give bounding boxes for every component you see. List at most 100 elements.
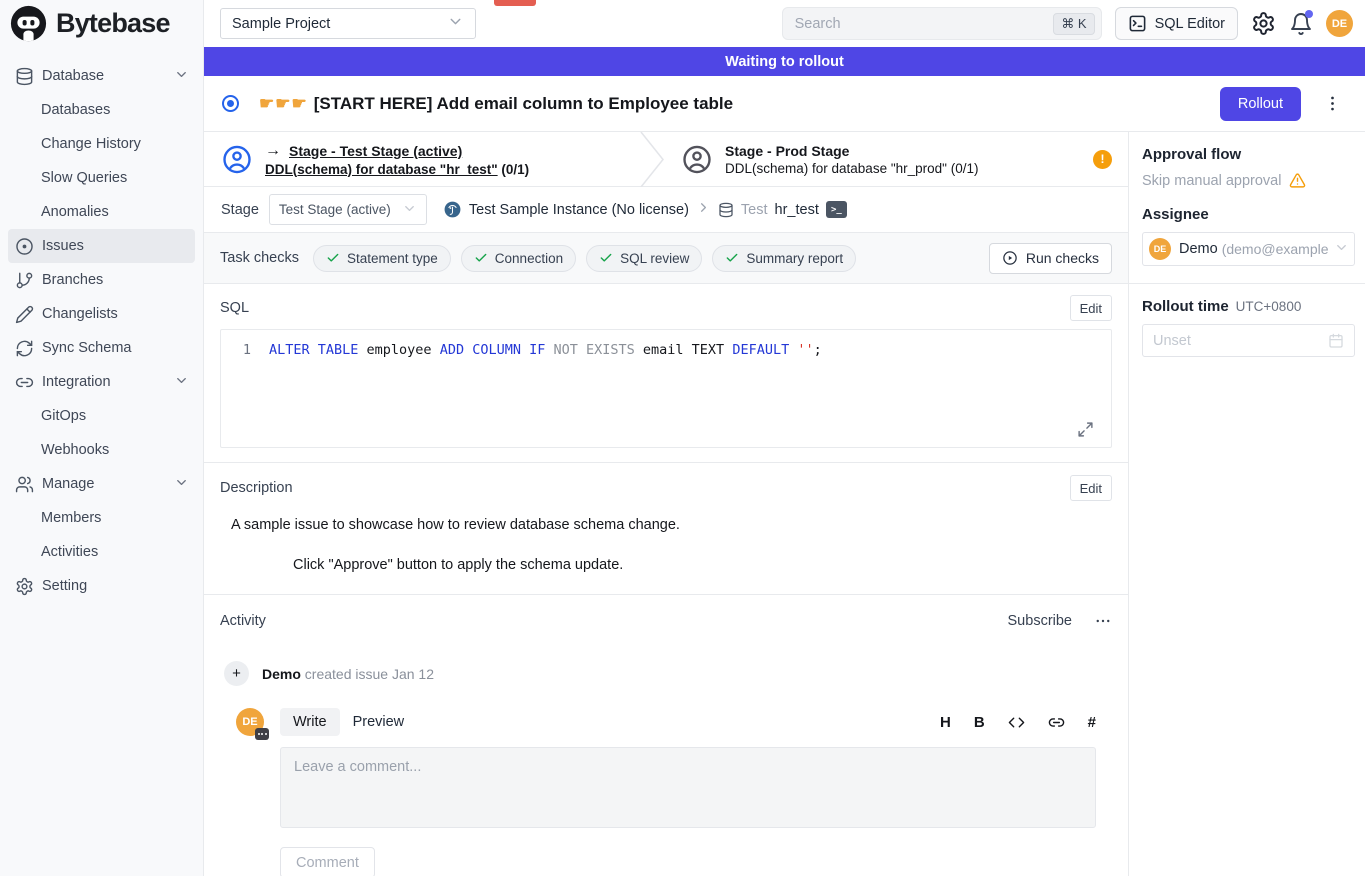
status-banner: Waiting to rollout [204, 47, 1365, 76]
rollout-time-input[interactable]: Unset [1142, 324, 1355, 357]
notifications-bell-icon[interactable] [1289, 12, 1313, 36]
tab-write[interactable]: Write [280, 708, 340, 736]
sidebar-item-changelists[interactable]: Changelists [0, 297, 203, 331]
sidebar-item-sync-schema[interactable]: Sync Schema [0, 331, 203, 365]
stage-selector-label: Stage [221, 202, 259, 218]
settings-gear-icon[interactable] [1251, 11, 1276, 36]
chevron-down-icon [174, 475, 189, 494]
comment-avatar: DE [236, 708, 264, 736]
chevron-down-icon [174, 67, 189, 86]
sql-editor-button[interactable]: SQL Editor [1115, 7, 1238, 40]
format-toolbar: H B # [940, 714, 1096, 731]
terminal-icon [1128, 14, 1147, 33]
sidebar-item-activities[interactable]: Activities [0, 535, 203, 569]
comment-tabs: Write Preview H B # [280, 708, 1096, 736]
expand-editor-icon[interactable] [1077, 421, 1094, 438]
sql-edit-button[interactable]: Edit [1070, 295, 1112, 321]
open-in-sql-editor-icon[interactable]: >_ [826, 201, 847, 218]
sidebar-item-gitops[interactable]: GitOps [0, 399, 203, 433]
sql-editor-label: SQL Editor [1155, 16, 1225, 32]
pencil-icon [15, 305, 34, 324]
sidebar-item-databases[interactable]: Databases [0, 93, 203, 127]
user-avatar[interactable]: DE [1326, 10, 1353, 37]
bold-format-icon[interactable]: B [974, 714, 985, 731]
description-text: A sample issue to showcase how to review… [220, 517, 1112, 533]
git-branch-icon [15, 271, 34, 290]
search-box[interactable]: ⌘ K [782, 7, 1102, 40]
stage-card-test[interactable]: →Stage - Test Stage (active) DDL(schema)… [204, 132, 640, 186]
stage-task: DDL(schema) for database "hr_prod" [725, 161, 947, 176]
issue-status-icon [222, 95, 239, 112]
line-number: 1 [221, 340, 269, 360]
stage-separator [640, 132, 664, 187]
sidebar-item-label: Setting [42, 578, 87, 594]
stage-card-prod[interactable]: Stage - Prod Stage DDL(schema) for datab… [664, 132, 1128, 186]
check-badge-statement-type[interactable]: Statement type [313, 245, 451, 272]
status-banner-text: Waiting to rollout [725, 54, 844, 70]
sidebar-item-manage[interactable]: Manage [0, 467, 203, 501]
sql-section: SQL Edit 1ALTER TABLE employee ADD COLUM… [204, 284, 1128, 462]
tab-preview[interactable]: Preview [340, 708, 418, 736]
heading-format-icon[interactable]: H [940, 714, 951, 731]
sidebar-item-label: Integration [42, 374, 111, 390]
comment-submit-button[interactable]: Comment [280, 847, 375, 876]
activity-actor[interactable]: Demo [262, 666, 301, 682]
project-selector[interactable]: Sample Project [220, 8, 476, 39]
rollout-button[interactable]: Rollout [1220, 87, 1301, 121]
bytebase-logo-icon [10, 5, 47, 42]
comment-editor: DE Write Preview H B # [220, 686, 1112, 876]
sidebar-nav: Database Databases Change History Slow Q… [0, 46, 203, 603]
sidebar-item-branches[interactable]: Branches [0, 263, 203, 297]
rollout-time-label: Rollout time [1142, 298, 1229, 315]
sidebar-item-anomalies[interactable]: Anomalies [0, 195, 203, 229]
approval-flow-value: Skip manual approval [1142, 173, 1281, 189]
comment-input[interactable] [280, 747, 1096, 828]
hash-format-icon[interactable]: # [1088, 714, 1096, 731]
search-input[interactable] [795, 16, 1054, 32]
sidebar-item-issues[interactable]: Issues [8, 229, 195, 263]
check-badge-summary-report[interactable]: Summary report [712, 245, 856, 272]
stage-title: Stage - Test Stage (active) [289, 143, 462, 159]
stage-title: Stage - Prod Stage [725, 143, 849, 159]
subscribe-button[interactable]: Subscribe [1008, 613, 1072, 629]
activity-date: Jan 12 [392, 666, 434, 682]
approval-flow-label: Approval flow [1142, 146, 1355, 163]
panel-divider [1129, 283, 1365, 284]
sidebar-item-webhooks[interactable]: Webhooks [0, 433, 203, 467]
description-section: Description Edit A sample issue to showc… [204, 462, 1128, 594]
link-format-icon[interactable] [1048, 714, 1065, 731]
chevron-down-icon [402, 201, 417, 219]
stage-warning-icon: ! [1093, 150, 1112, 169]
instance-name[interactable]: Test Sample Instance (No license) [469, 202, 689, 218]
sql-code-editor[interactable]: 1ALTER TABLE employee ADD COLUMN IF NOT … [220, 329, 1112, 448]
top-bar: Sample Project ⌘ K SQL Editor DE [204, 0, 1365, 47]
sidebar-item-database[interactable]: Database [0, 59, 203, 93]
run-checks-button[interactable]: Run checks [989, 243, 1112, 274]
code-format-icon[interactable] [1008, 714, 1025, 731]
check-badge-connection[interactable]: Connection [461, 245, 576, 272]
description-edit-button[interactable]: Edit [1070, 475, 1112, 501]
sql-section-label: SQL [220, 300, 249, 316]
kebab-menu-icon[interactable] [1323, 94, 1342, 113]
ellipsis-menu-icon[interactable] [1094, 612, 1112, 630]
sidebar-item-integration[interactable]: Integration [0, 365, 203, 399]
calendar-icon [1328, 333, 1344, 349]
brand-logo[interactable]: Bytebase [0, 0, 203, 46]
assignee-avatar: DE [1149, 238, 1171, 260]
project-selector-value: Sample Project [232, 16, 330, 32]
sidebar-item-members[interactable]: Members [0, 501, 203, 535]
sidebar-item-setting[interactable]: Setting [0, 569, 203, 603]
stage-select-dropdown[interactable]: Test Stage (active) [269, 194, 427, 225]
assignee-name: Demo [1179, 241, 1218, 257]
chevron-right-icon [696, 200, 711, 219]
chevron-down-icon [174, 373, 189, 392]
sidebar-item-change-history[interactable]: Change History [0, 127, 203, 161]
warning-triangle-icon [1289, 172, 1306, 189]
sidebar-item-slow-queries[interactable]: Slow Queries [0, 161, 203, 195]
assignee-select[interactable]: DE Demo (demo@example [1142, 232, 1355, 266]
database-icon [15, 67, 34, 86]
database-name[interactable]: hr_test [775, 202, 819, 218]
task-checks-label: Task checks [220, 250, 299, 266]
check-badge-sql-review[interactable]: SQL review [586, 245, 702, 272]
assignee-email: (demo@example [1222, 241, 1334, 257]
